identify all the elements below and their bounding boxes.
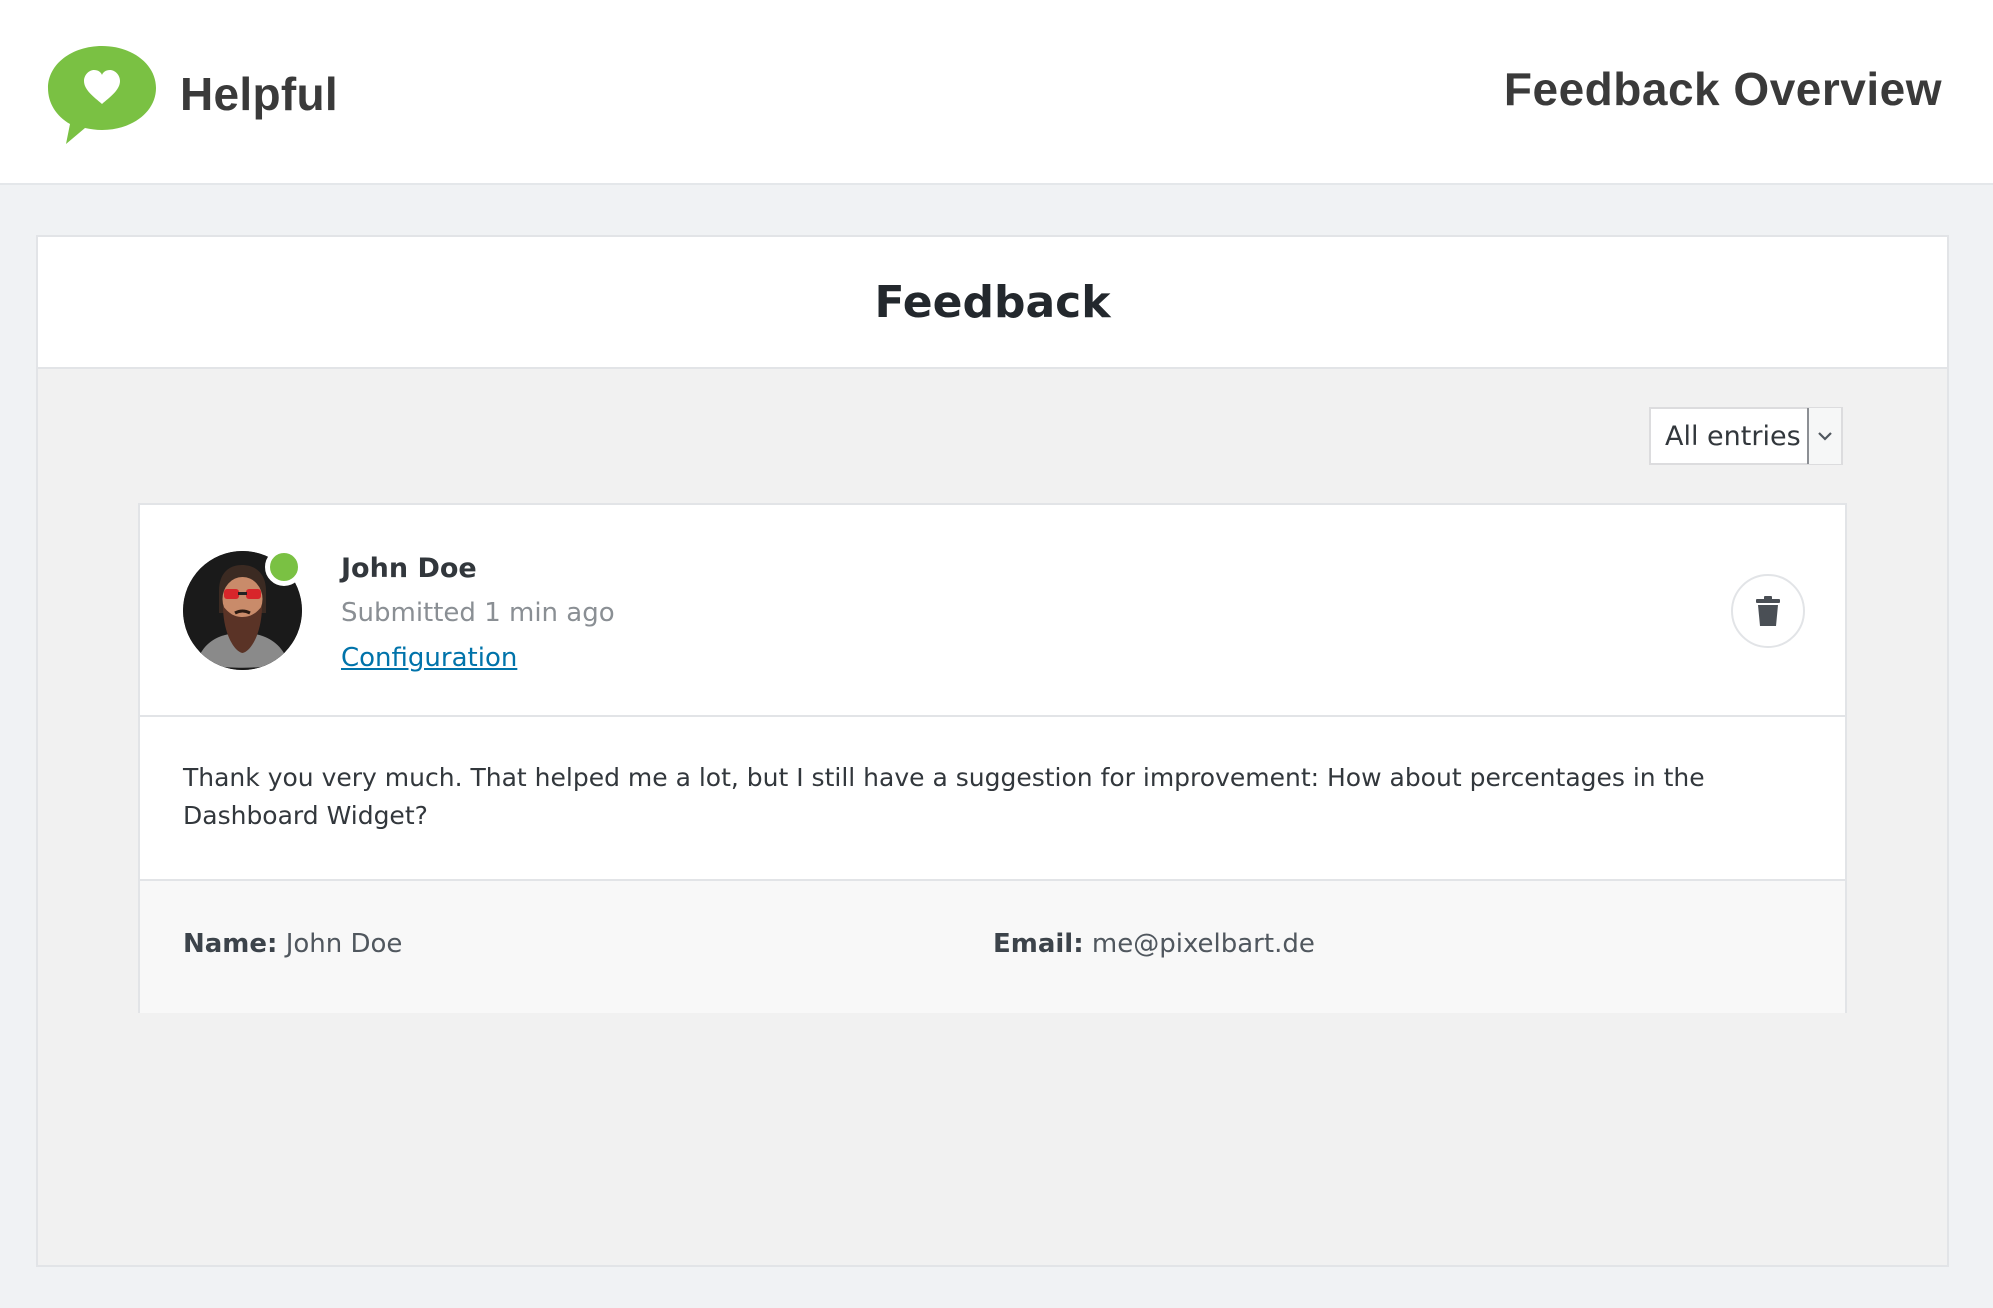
meta-email-value: me@pixelbart.de [1091, 929, 1315, 959]
brand-name: Helpful [180, 68, 338, 120]
top-header: Helpful Feedback Overview [0, 0, 1993, 185]
page-heading: Feedback Overview [1503, 63, 1942, 115]
feedback-author: John Doe [341, 553, 477, 584]
delete-feedback-button[interactable] [1731, 574, 1805, 648]
meta-email: Email: me@pixelbart.de [993, 929, 1315, 959]
feedback-panel: Feedback All entries John Doe Submitted … [36, 235, 1949, 1267]
meta-name: Name: John Doe [183, 929, 402, 959]
meta-name-label: Name: [183, 929, 278, 959]
panel-title: Feedback [874, 276, 1111, 328]
brand[interactable]: Helpful [46, 40, 338, 148]
filter-selected-value: All entries [1665, 420, 1801, 452]
panel-header: Feedback [38, 237, 1947, 369]
trash-icon [1756, 596, 1780, 626]
configuration-link[interactable]: Configuration [341, 643, 517, 673]
feedback-card: John Doe Submitted 1 min ago Configurati… [138, 503, 1847, 1013]
feedback-message-text: Thank you very much. That helped me a lo… [183, 763, 1705, 830]
online-status-dot [265, 548, 303, 586]
meta-name-value: John Doe [285, 929, 403, 959]
chevron-down-icon[interactable] [1807, 408, 1841, 464]
feedback-card-header: John Doe Submitted 1 min ago Configurati… [140, 505, 1845, 717]
entries-filter-select[interactable]: All entries [1649, 407, 1843, 465]
meta-email-label: Email: [993, 929, 1084, 959]
feedback-message: Thank you very much. That helped me a lo… [140, 717, 1845, 881]
submitted-time: Submitted 1 min ago [341, 598, 615, 628]
speech-bubble-heart-icon [48, 46, 156, 144]
feedback-meta: Name: John Doe Email: me@pixelbart.de [140, 881, 1845, 1013]
